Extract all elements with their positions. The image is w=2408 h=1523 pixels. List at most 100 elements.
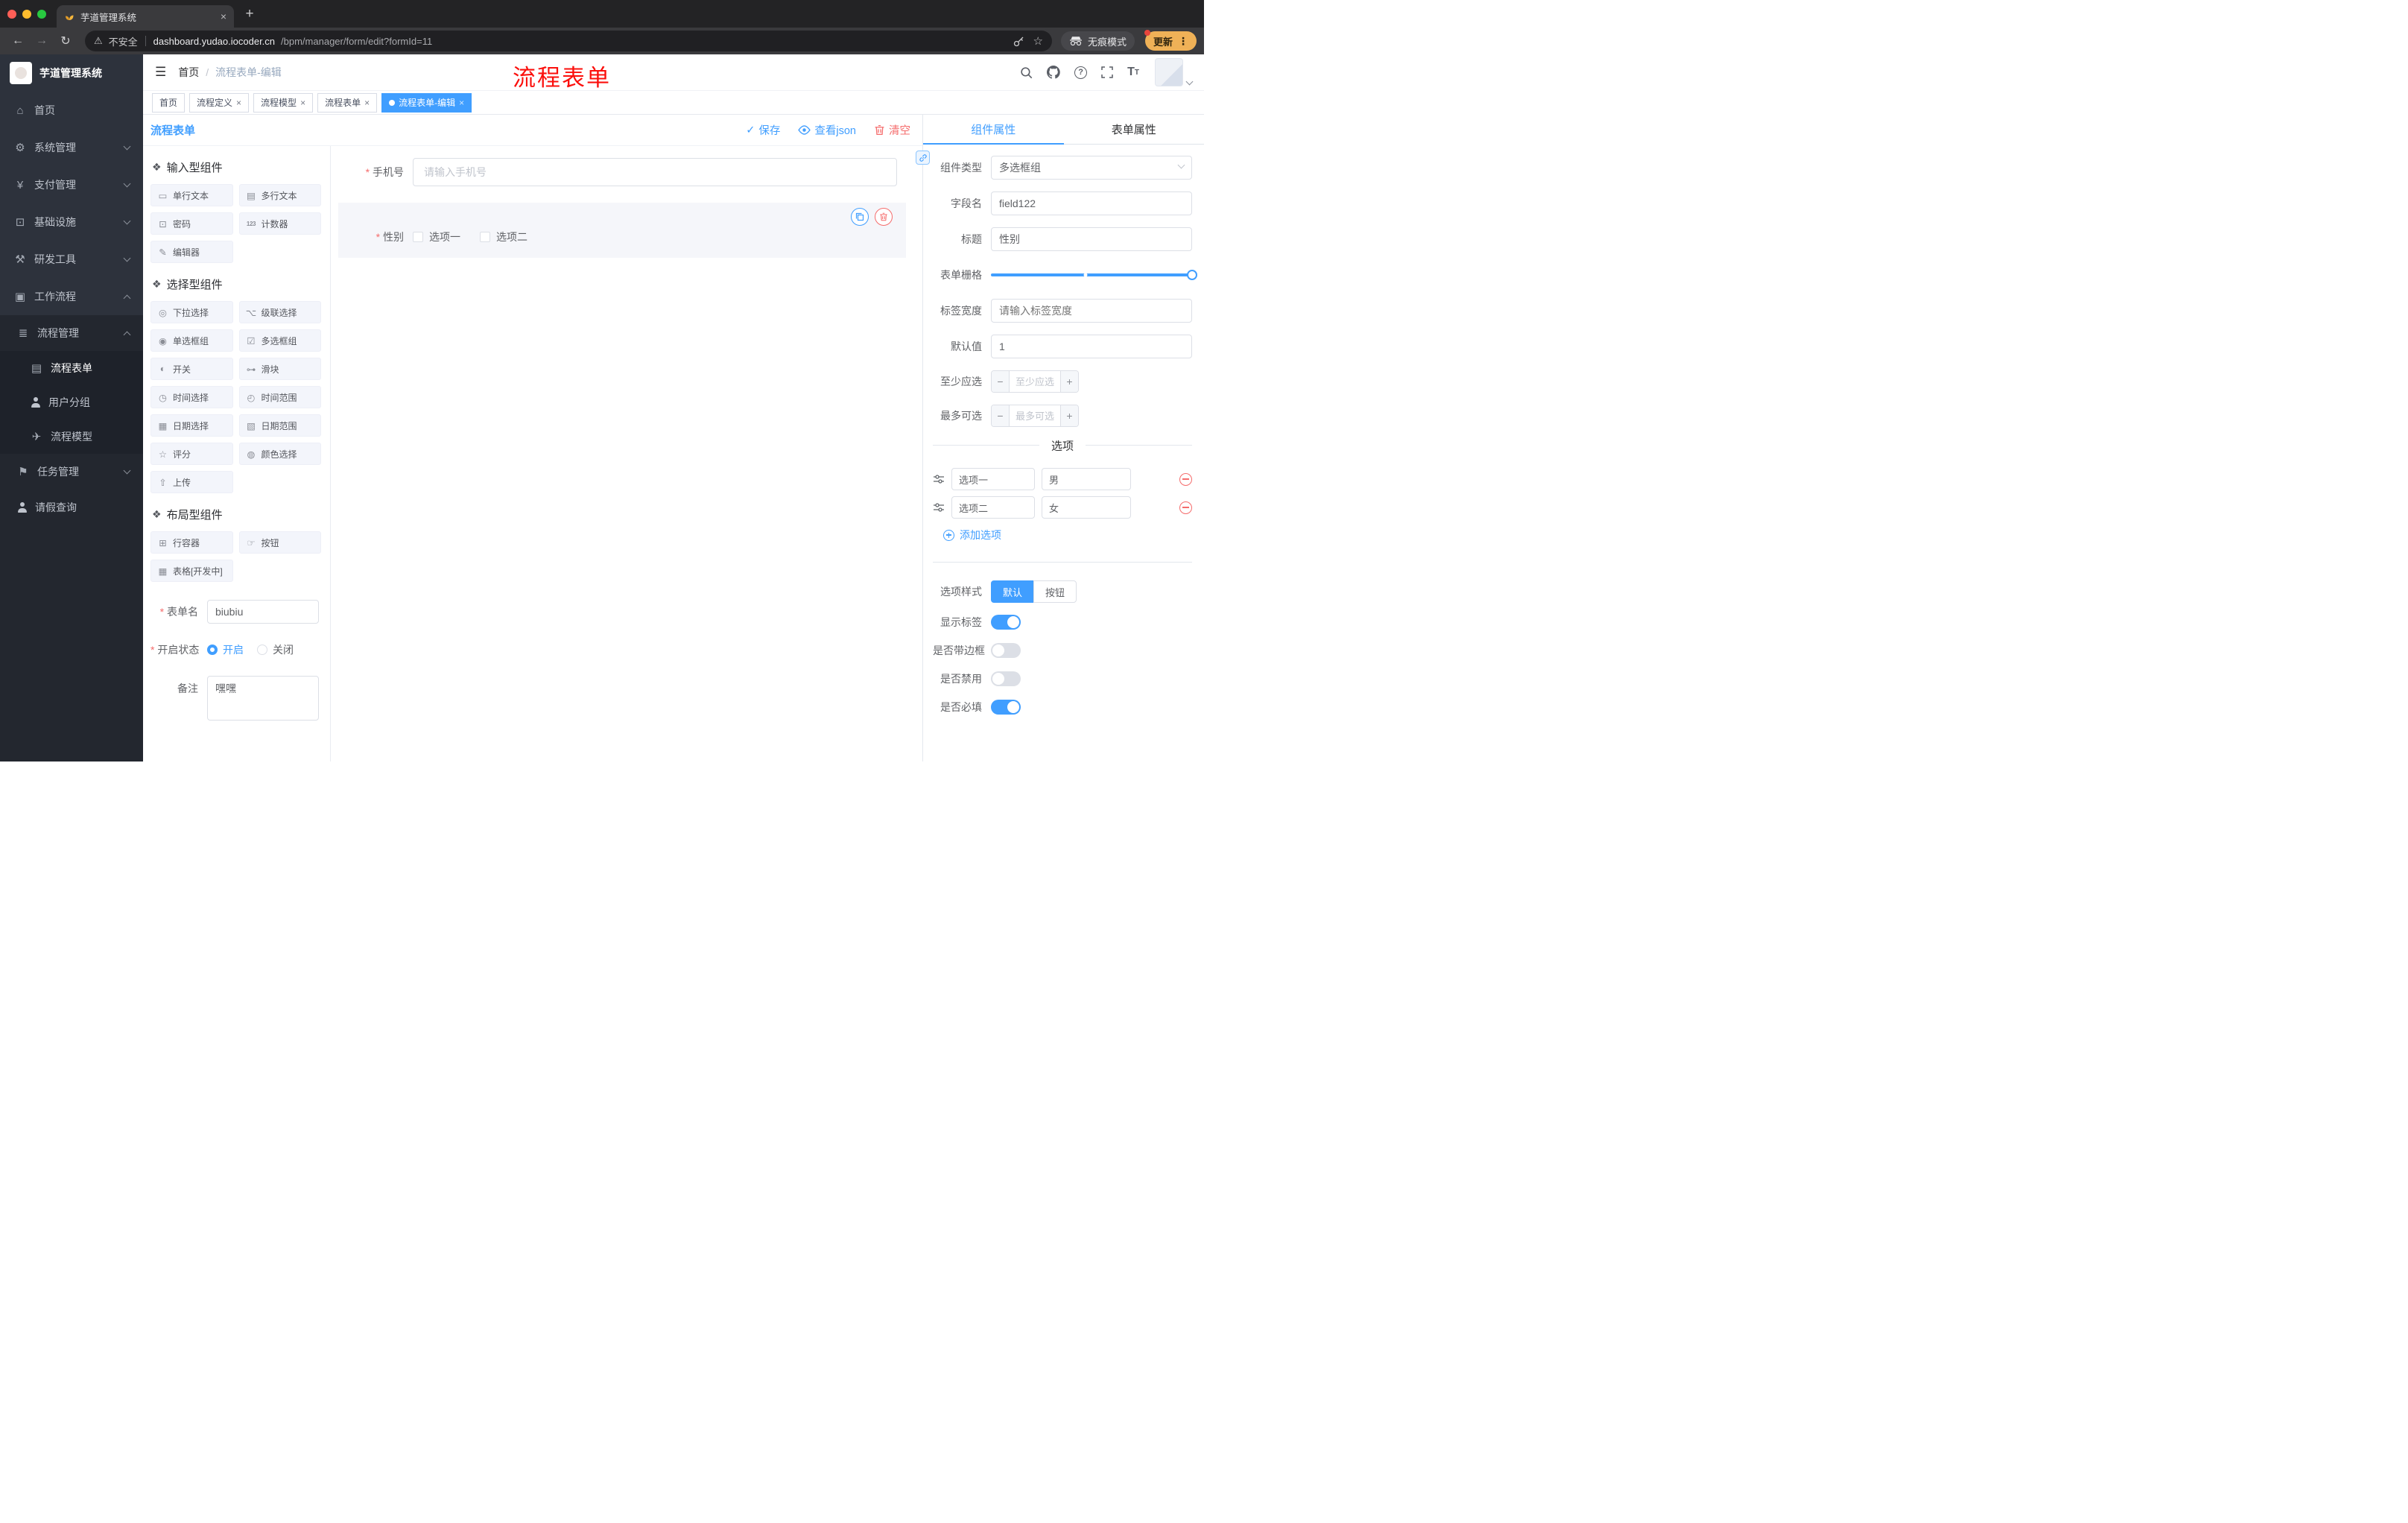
form-remark-textarea[interactable]: 嘿嘿 (207, 676, 319, 721)
search-icon[interactable] (1020, 66, 1033, 79)
status-off-radio[interactable] (257, 645, 267, 655)
sidebar-item-system-management[interactable]: 系统管理 (0, 129, 143, 166)
sidebar-item-leave-query[interactable]: 请假查询 (0, 490, 143, 525)
sidebar-item-user-group[interactable]: 用户分组 (0, 385, 143, 419)
palette-item-switch[interactable]: 开关 (150, 358, 233, 380)
bookmark-star-icon[interactable]: ☆ (1033, 34, 1043, 48)
palette-item-time-range[interactable]: 时间范围 (238, 386, 321, 408)
form-name-input[interactable] (207, 600, 319, 624)
increase-button[interactable]: + (1060, 371, 1078, 392)
status-on-radio[interactable] (207, 645, 218, 655)
tag-process-form[interactable]: 流程表单 (317, 92, 378, 113)
palette-item-date-picker[interactable]: 日期选择 (150, 414, 233, 437)
tag-close-icon[interactable] (236, 98, 241, 107)
increase-button[interactable]: + (1060, 405, 1078, 426)
sidebar-item-dev-tools[interactable]: 研发工具 (0, 241, 143, 278)
disabled-switch[interactable] (991, 671, 1021, 686)
tab-form-props[interactable]: 表单属性 (1064, 115, 1205, 144)
sidebar-item-process-form[interactable]: 流程表单 (0, 351, 143, 385)
palette-item-row-container[interactable]: 行容器 (150, 531, 233, 554)
sidebar-item-payment-management[interactable]: 支付管理 (0, 166, 143, 203)
link-icon[interactable] (916, 151, 930, 165)
help-icon[interactable]: ? (1074, 66, 1088, 79)
min-select-input[interactable] (1010, 371, 1060, 392)
palette-item-upload[interactable]: 上传 (150, 471, 233, 493)
forward-button[interactable]: → (31, 31, 52, 51)
fullscreen-icon[interactable] (1101, 66, 1113, 78)
remove-option-icon[interactable] (1179, 472, 1192, 486)
avatar[interactable] (1155, 58, 1183, 86)
sidebar-item-workflow[interactable]: 工作流程 (0, 278, 143, 315)
style-button-button[interactable]: 按钮 (1033, 580, 1077, 603)
gender-option2-checkbox[interactable] (480, 232, 490, 242)
window-close-button[interactable] (7, 9, 16, 19)
slider-handle[interactable] (1187, 270, 1197, 280)
slider-track[interactable] (991, 270, 1197, 280)
sidebar-item-process-model[interactable]: 流程模型 (0, 419, 143, 454)
status-off-label[interactable]: 关闭 (273, 642, 294, 657)
gender-option1-checkbox[interactable] (413, 232, 423, 242)
palette-item-checkbox-group[interactable]: 多选框组 (238, 329, 321, 352)
show-label-switch[interactable] (991, 615, 1021, 630)
password-key-icon[interactable] (1013, 36, 1024, 47)
form-grid-slider[interactable] (991, 263, 1197, 287)
default-value-input[interactable] (991, 335, 1192, 358)
github-icon[interactable] (1047, 66, 1060, 79)
update-button[interactable]: 更新 ⋮ (1144, 30, 1197, 51)
sidebar-item-process-management[interactable]: 流程管理 (0, 315, 143, 351)
add-option-button[interactable]: 添加选项 (943, 528, 1192, 542)
new-tab-button[interactable]: + (240, 4, 259, 24)
clear-button[interactable]: 清空 (874, 122, 910, 138)
sidebar-item-home[interactable]: 首页 (0, 92, 143, 129)
option-value-input[interactable] (1042, 496, 1131, 519)
canvas-field-gender-selected[interactable]: 性别 选项一 选项二 (338, 203, 906, 258)
delete-component-button[interactable] (875, 208, 893, 226)
palette-item-cascader[interactable]: 级联选择 (238, 301, 321, 323)
option-name-input[interactable] (951, 468, 1035, 490)
sidebar-item-infrastructure[interactable]: 基础设施 (0, 203, 143, 241)
back-button[interactable]: ← (7, 31, 28, 51)
palette-item-password[interactable]: 密码 (150, 212, 233, 235)
palette-item-counter[interactable]: 计数器 (238, 212, 321, 235)
tab-close-icon[interactable]: × (221, 11, 226, 22)
with-border-switch[interactable] (991, 643, 1021, 658)
window-zoom-button[interactable] (37, 9, 46, 19)
max-select-input[interactable] (1010, 405, 1060, 426)
browser-menu-icon[interactable]: ⋮ (1178, 35, 1188, 48)
canvas-field-phone[interactable]: 手机号 (338, 158, 922, 186)
tag-home[interactable]: 首页 (152, 92, 186, 113)
label-width-input[interactable] (991, 299, 1192, 323)
palette-item-editor[interactable]: 编辑器 (150, 241, 233, 263)
option-value-input[interactable] (1042, 468, 1131, 490)
option-name-input[interactable] (951, 496, 1035, 519)
palette-item-date-range[interactable]: 日期范围 (238, 414, 321, 437)
tag-process-model[interactable]: 流程模型 (253, 92, 314, 113)
drag-handle-icon[interactable] (933, 502, 945, 513)
tag-close-icon[interactable] (300, 98, 305, 107)
palette-item-radio-group[interactable]: 单选框组 (150, 329, 233, 352)
view-json-button[interactable]: 查看json (798, 122, 856, 138)
component-type-select[interactable] (991, 156, 1192, 180)
required-switch[interactable] (991, 700, 1021, 715)
save-button[interactable]: 保存 (746, 122, 780, 138)
gender-option1-label[interactable]: 选项一 (429, 229, 460, 244)
title-input[interactable] (991, 227, 1192, 251)
tag-close-icon[interactable] (364, 98, 370, 107)
copy-component-button[interactable] (851, 208, 869, 226)
tag-close-icon[interactable] (459, 98, 464, 107)
palette-item-time-picker[interactable]: 时间选择 (150, 386, 233, 408)
browser-tab[interactable]: 芋道管理系统 × (57, 5, 234, 28)
window-minimize-button[interactable] (22, 9, 31, 19)
decrease-button[interactable]: − (992, 405, 1010, 426)
field-name-input[interactable] (991, 191, 1192, 215)
phone-input[interactable] (413, 158, 897, 186)
tag-process-definition[interactable]: 流程定义 (189, 92, 250, 113)
palette-item-slider[interactable]: 滑块 (238, 358, 321, 380)
gender-option2-label[interactable]: 选项二 (496, 229, 527, 244)
sidebar-item-task-management[interactable]: 任务管理 (0, 454, 143, 490)
status-on-label[interactable]: 开启 (223, 642, 244, 657)
chevron-down-icon[interactable] (1185, 77, 1194, 86)
form-canvas[interactable]: 手机号 (331, 146, 922, 762)
address-bar[interactable]: ⚠ 不安全 dashboard.yudao.iocoder.cn/bpm/man… (85, 31, 1052, 51)
breadcrumb-home[interactable]: 首页 (178, 65, 199, 80)
